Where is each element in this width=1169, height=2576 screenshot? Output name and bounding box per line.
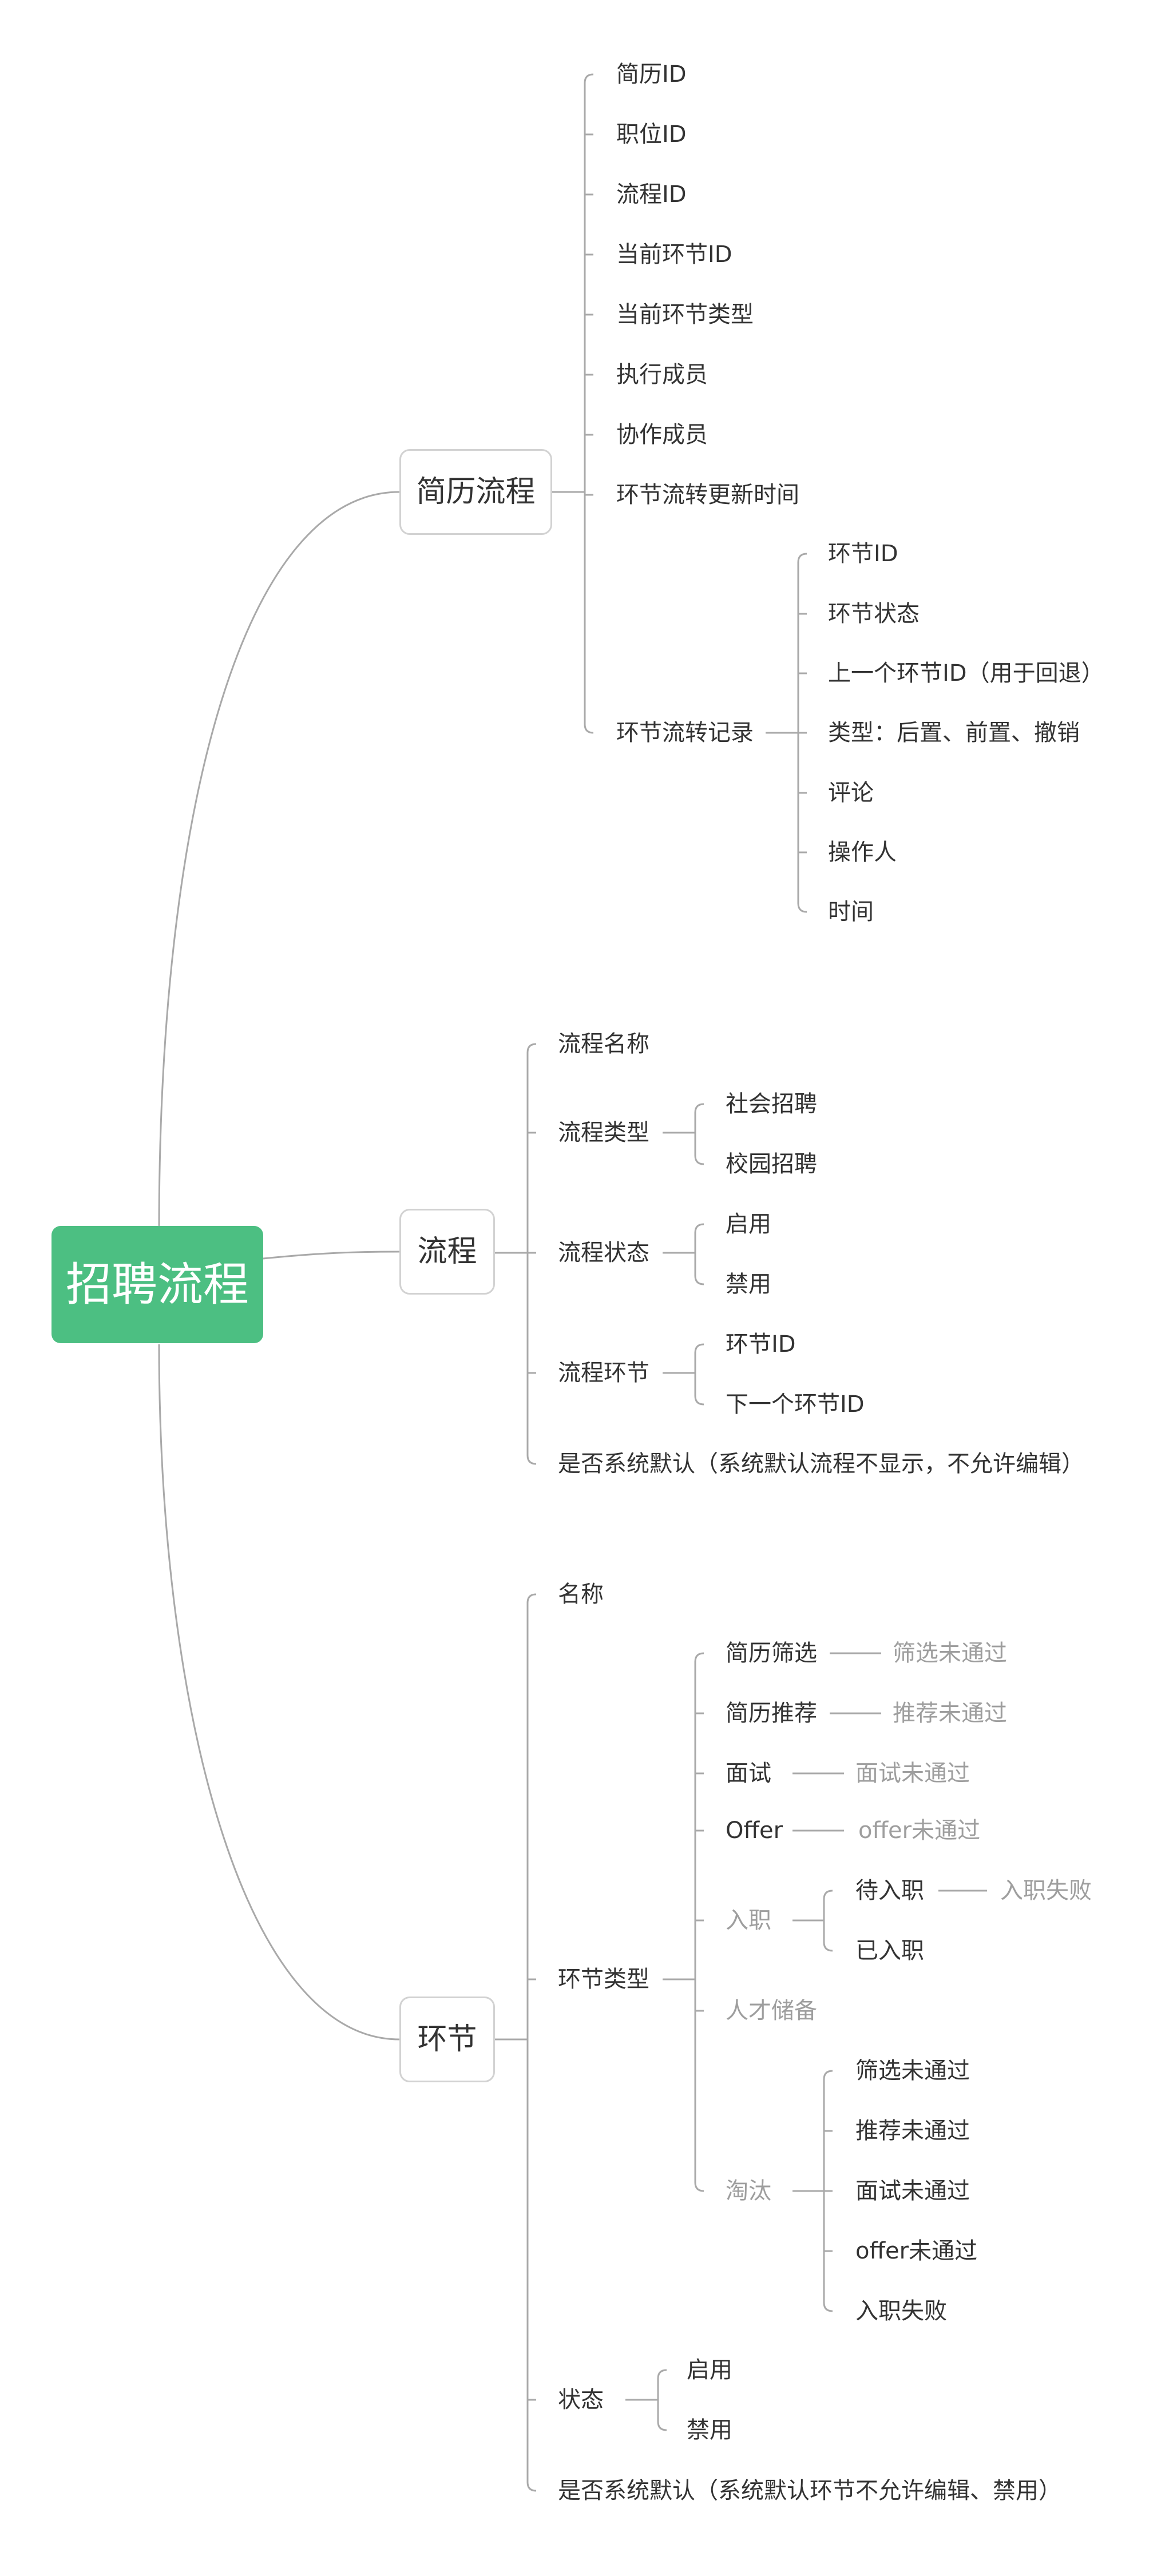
stage-type-screening: 简历筛选 [726,1640,817,1666]
process-type-item: 校园招聘 [726,1151,817,1177]
stage-default: 是否系统默认（系统默认环节不允许编辑、禁用） [558,2478,1061,2504]
branch-resume-flow: 简历流程 [399,449,552,535]
stage-record-item: 环节状态 [828,601,920,627]
stage-record-item: 上一个环节ID（用于回退） [828,660,1104,686]
onboard-pending: 待入职 [855,1878,924,1904]
process-status-node: 流程状态 [558,1240,649,1266]
process-stages-item: 环节ID [726,1331,796,1358]
stage-record-item: 时间 [828,899,874,925]
onboard-done: 已入职 [855,1938,924,1964]
onboard-fail: 入职失败 [1000,1878,1092,1904]
resume-flow-item: 职位ID [616,121,687,148]
branch-process: 流程 [399,1209,495,1295]
process-type-item: 社会招聘 [726,1091,817,1117]
eliminated-item: 面试未通过 [855,2178,970,2204]
process-stages-item: 下一个环节ID [726,1391,865,1418]
stage-record-node: 环节流转记录 [616,720,754,746]
eliminated-item: offer未通过 [855,2238,978,2264]
resume-flow-item: 协作成员 [616,422,708,448]
resume-flow-item: 当前环节类型 [616,301,754,328]
process-status-item: 启用 [726,1211,771,1237]
stage-record-item: 环节ID [828,541,898,567]
resume-flow-item: 执行成员 [616,362,708,388]
stage-type-onboard: 入职 [726,1907,771,1934]
eliminated-item: 推荐未通过 [855,2118,970,2144]
stage-type-eliminated: 淘汰 [726,2178,771,2204]
eliminated-item: 入职失败 [855,2298,947,2324]
screening-fail: 筛选未通过 [893,1640,1007,1666]
stage-type-node: 环节类型 [558,1966,649,1992]
stage-type-talent-pool: 人才储备 [726,1998,817,2024]
stage-name: 名称 [558,1581,604,1607]
stage-type-recommend: 简历推荐 [726,1700,817,1726]
stage-record-item: 操作人 [828,839,897,866]
process-type-node: 流程类型 [558,1120,649,1146]
resume-flow-item: 环节流转更新时间 [616,482,799,508]
stage-type-offer: Offer [726,1817,783,1844]
offer-fail: offer未通过 [858,1817,981,1844]
stage-type-interview: 面试 [726,1760,771,1787]
recommend-fail: 推荐未通过 [893,1700,1007,1726]
process-default: 是否系统默认（系统默认流程不显示，不允许编辑） [558,1451,1084,1477]
root-node: 招聘流程 [51,1226,263,1343]
interview-fail: 面试未通过 [855,1760,970,1787]
stage-record-item: 评论 [828,780,874,806]
stage-status-item: 启用 [687,2357,732,2383]
stage-status-item: 禁用 [687,2417,732,2443]
eliminated-item: 筛选未通过 [855,2058,970,2084]
process-status-item: 禁用 [726,1271,771,1297]
mind-map: 招聘流程 简历流程 流程 环节 简历ID 职位ID 流程ID 当前环节ID 当前… [0,0,1169,2576]
resume-flow-item: 当前环节ID [616,241,732,268]
stage-status-node: 状态 [558,2387,604,2413]
resume-flow-item: 流程ID [616,181,687,208]
branch-stage: 环节 [399,1997,495,2082]
stage-record-item: 类型：后置、前置、撤销 [828,720,1080,746]
process-stages-node: 流程环节 [558,1360,649,1386]
process-name: 流程名称 [558,1031,649,1057]
resume-flow-item: 简历ID [616,61,687,88]
